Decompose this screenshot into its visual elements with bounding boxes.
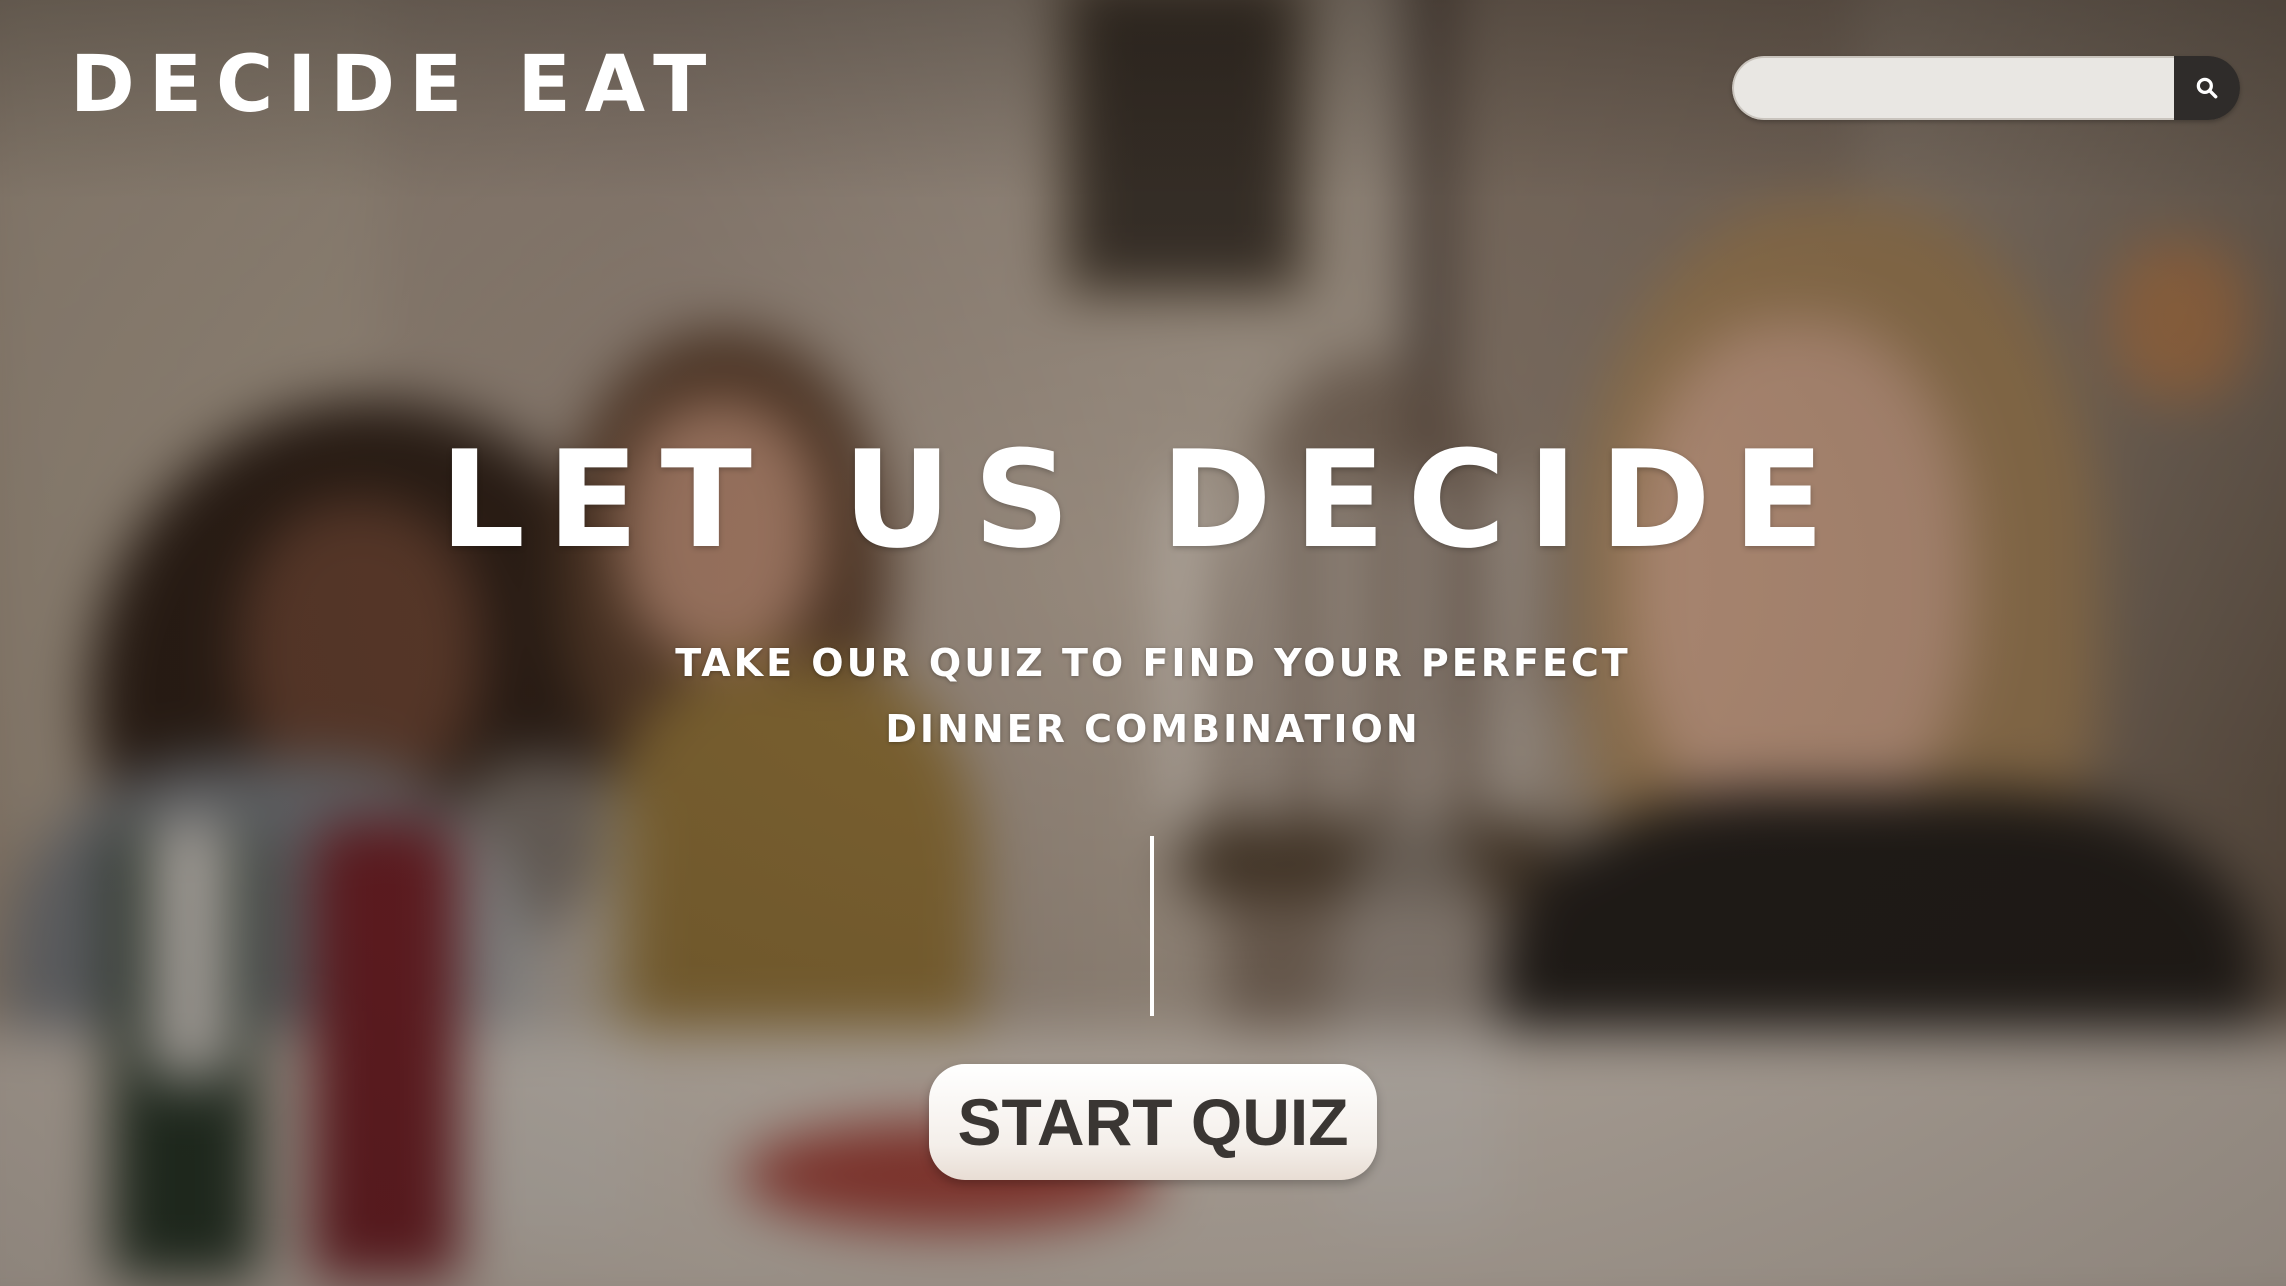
- start-quiz-button[interactable]: START QUIZ: [929, 1064, 1377, 1180]
- search-bar: [1732, 56, 2240, 120]
- search-icon: [2196, 77, 2218, 99]
- landing-page: DECIDE EAT LET US DECIDE TAKE OUR QUIZ T…: [0, 0, 2286, 1286]
- vertical-divider: [1150, 836, 1154, 1016]
- search-input[interactable]: [1732, 56, 2174, 120]
- hero-subtitle: TAKE OUR QUIZ TO FIND YOUR PERFECT DINNE…: [675, 641, 1631, 751]
- hero-title: LET US DECIDE: [439, 422, 1847, 578]
- search-button[interactable]: [2174, 56, 2240, 120]
- site-logo[interactable]: DECIDE EAT: [70, 40, 720, 130]
